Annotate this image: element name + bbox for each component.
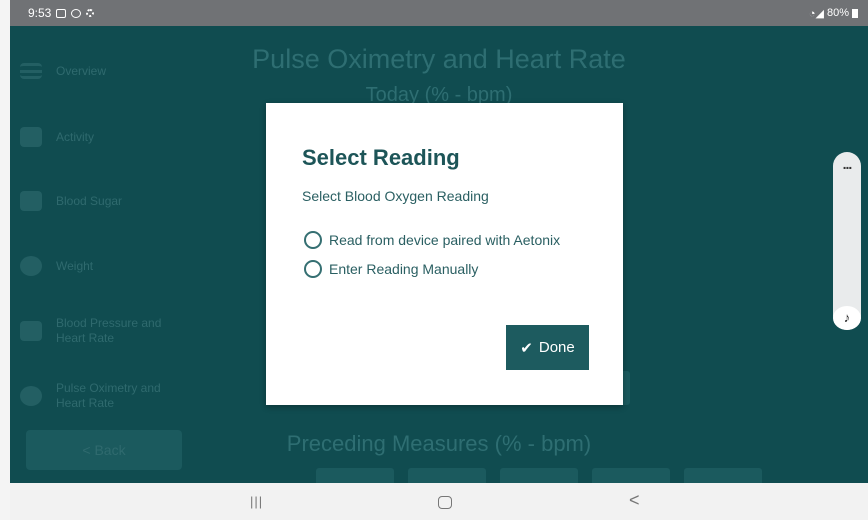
shoe-icon [20, 127, 42, 147]
select-reading-dialog: Select Reading Select Blood Oxygen Readi… [266, 103, 623, 405]
status-time: 9:53 [28, 6, 52, 20]
battery-icon [852, 8, 858, 18]
settings-icon [86, 9, 95, 17]
checkmark-icon: ✔ [520, 339, 533, 357]
sidebar-item-blood-sugar[interactable]: Blood Sugar [20, 176, 185, 226]
done-button[interactable]: ✔ Done [506, 325, 589, 370]
radio-button[interactable] [304, 260, 322, 278]
status-bar: 9:53 ◔◢ 80% [10, 0, 868, 26]
edge-panel-handle[interactable]: ... ♪ [833, 152, 861, 330]
dialog-title: Select Reading [302, 145, 460, 170]
recents-button[interactable]: ||| [250, 494, 263, 509]
radio-button[interactable] [304, 231, 322, 249]
sidebar-item-weight[interactable]: Weight [20, 241, 185, 291]
measure-card [408, 468, 486, 483]
preceding-measures-heading: Preceding Measures (% - bpm) [286, 431, 592, 456]
option-label: Read from device paired with Aetonix [329, 232, 561, 248]
sidebar-item-label: Blood Sugar [56, 193, 123, 208]
sidebar-item-label: Pulse Oximetry and Heart Rate [56, 381, 161, 410]
measure-card [592, 468, 670, 483]
home-button[interactable] [438, 496, 452, 509]
measure-card [500, 468, 578, 483]
sidebar-item-pulse-oximetry[interactable]: Pulse Oximetry and Heart Rate [20, 371, 185, 421]
sync-icon [71, 8, 82, 18]
sidebar-item-label: Blood Pressure and Heart Rate [56, 316, 162, 345]
sidebar-item-blood-pressure[interactable]: Blood Pressure and Heart Rate [20, 306, 185, 356]
option-read-from-device[interactable]: Read from device paired with Aetonix [304, 231, 560, 249]
more-icon[interactable]: ... [833, 156, 861, 172]
glucose-meter-icon [20, 191, 42, 211]
wifi-signal-icon: ◔◢ [808, 7, 824, 20]
measure-card [684, 468, 762, 483]
sidebar-item-label: Weight [56, 258, 94, 273]
gallery-icon [56, 8, 67, 18]
sidebar-item-label: Activity [56, 129, 95, 144]
page-title: Pulse Oximetry and Heart Rate [252, 44, 626, 74]
heart-icon [20, 321, 42, 341]
stethoscope-icon [20, 386, 42, 406]
option-label: Enter Reading Manually [329, 261, 479, 277]
status-right: ◔◢ 80% [809, 7, 858, 20]
back-nav-button[interactable]: < [629, 490, 640, 511]
option-enter-manually[interactable]: Enter Reading Manually [304, 260, 478, 278]
done-label: Done [538, 339, 575, 356]
measure-card [316, 468, 394, 483]
person-icon [20, 256, 42, 276]
dialog-subtitle: Select Blood Oxygen Reading [302, 188, 489, 204]
battery-level: 80% [826, 7, 849, 19]
music-note-icon[interactable]: ♪ [833, 306, 861, 330]
navigation-bar: ||| < [10, 483, 868, 520]
status-left: 9:53 [28, 6, 95, 20]
sidebar-item-activity[interactable]: Activity [20, 112, 185, 162]
